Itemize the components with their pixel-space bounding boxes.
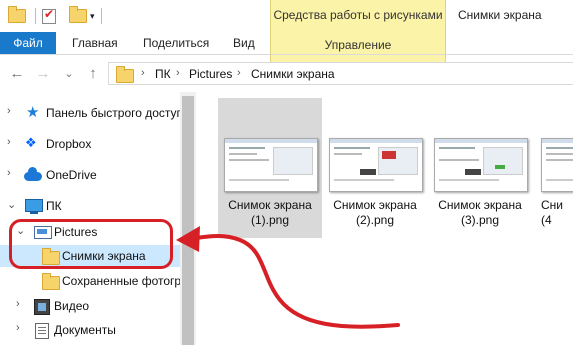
tab-share[interactable]: Поделиться (143, 32, 209, 54)
tree-item-video[interactable]: › Видео (0, 295, 180, 317)
annotation-highlight (9, 219, 173, 269)
customize-toolbar-dropdown[interactable]: ▾ (90, 11, 95, 22)
folder-icon (42, 273, 60, 290)
cloud-icon (24, 167, 42, 181)
file-name: Снимок экрана (3).png (438, 198, 522, 227)
file-item[interactable]: Снимок экрана (1).png (218, 98, 322, 238)
tab-file[interactable]: Файл (0, 32, 56, 54)
tree-label: Сохраненные фотогр (62, 274, 182, 288)
thumbnail-image (224, 138, 318, 192)
quick-access-toolbar: ▾ (8, 6, 108, 25)
tree-item-documents[interactable]: › Документы (0, 319, 180, 341)
window-title: Снимки экрана (458, 8, 542, 22)
breadcrumb-separator[interactable]: › (237, 67, 241, 79)
navigation-scroll-thumb[interactable] (182, 96, 194, 345)
expand-icon[interactable]: › (7, 105, 17, 117)
tab-home[interactable]: Главная (72, 32, 118, 54)
file-list: Снимок экрана (1).png Снимок экрана (2).pn… (196, 92, 573, 345)
tab-view[interactable]: Вид (233, 32, 255, 54)
breadcrumb-separator[interactable]: › (141, 67, 145, 79)
tree-label: Панель быстрого доступа (46, 106, 190, 120)
tree-label: ПК (46, 199, 62, 213)
ribbon-tabs: Файл Главная Поделиться Вид (0, 32, 573, 55)
file-name: Сни (4 (541, 198, 563, 227)
properties-check-icon[interactable] (42, 7, 58, 24)
expand-icon[interactable]: › (16, 322, 26, 334)
new-folder-icon[interactable] (69, 6, 87, 23)
tree-label: OneDrive (46, 168, 97, 182)
tree-item-pc[interactable]: ⌄ ПК (0, 195, 180, 217)
up-button[interactable]: ↑ (84, 64, 102, 84)
star-icon: ★ (26, 104, 40, 121)
breadcrumb-screenshots[interactable]: Снимки экрана (251, 67, 335, 81)
breadcrumb-pc[interactable]: ПК (155, 67, 171, 81)
tree-item-saved-photos[interactable]: Сохраненные фотогр (0, 270, 182, 292)
documents-icon (35, 323, 49, 339)
breadcrumb-separator[interactable]: › (176, 67, 180, 79)
tree-item-onedrive[interactable]: › OneDrive (0, 164, 180, 186)
tree-label: Видео (54, 299, 90, 313)
address-folder-icon (116, 66, 134, 83)
thumbnail-image (329, 138, 423, 192)
thumbnail-image (541, 138, 573, 192)
file-item[interactable]: Сни (4 (533, 98, 573, 238)
video-icon (34, 299, 50, 315)
forward-button[interactable]: → (34, 64, 52, 84)
recent-locations-button[interactable]: ⌄ (60, 64, 78, 84)
file-item[interactable]: Снимок экрана (2).png (323, 98, 427, 238)
tree-label: Dropbox (46, 137, 92, 151)
app-folder-icon (8, 6, 26, 23)
tree-item-dropbox[interactable]: › ❖ Dropbox (0, 133, 180, 155)
breadcrumb-pictures[interactable]: Pictures (189, 67, 232, 81)
file-name: Снимок экрана (1).png (228, 198, 312, 227)
back-button[interactable]: ← (8, 64, 26, 84)
file-name: Снимок экрана (2).png (333, 198, 417, 227)
context-group-title: Средства работы с рисунками (273, 8, 443, 22)
expand-icon[interactable]: › (7, 136, 17, 148)
thumbnail-image (434, 138, 528, 192)
dropbox-icon: ❖ (25, 135, 37, 150)
address-bar[interactable]: › ПК › Pictures › Снимки экрана (108, 62, 573, 85)
navigation-bar: ← → ⌄ ↑ › ПК › Pictures › Снимки экрана (0, 62, 573, 86)
file-item[interactable]: Снимок экрана (3).png (428, 98, 532, 238)
expand-icon[interactable]: ⌄ (7, 198, 17, 211)
expand-icon[interactable]: › (7, 167, 17, 179)
tree-label: Документы (54, 323, 116, 337)
computer-icon (25, 199, 43, 214)
tree-item-quick-access[interactable]: › ★ Панель быстрого доступа (0, 102, 190, 124)
expand-icon[interactable]: › (16, 298, 26, 310)
